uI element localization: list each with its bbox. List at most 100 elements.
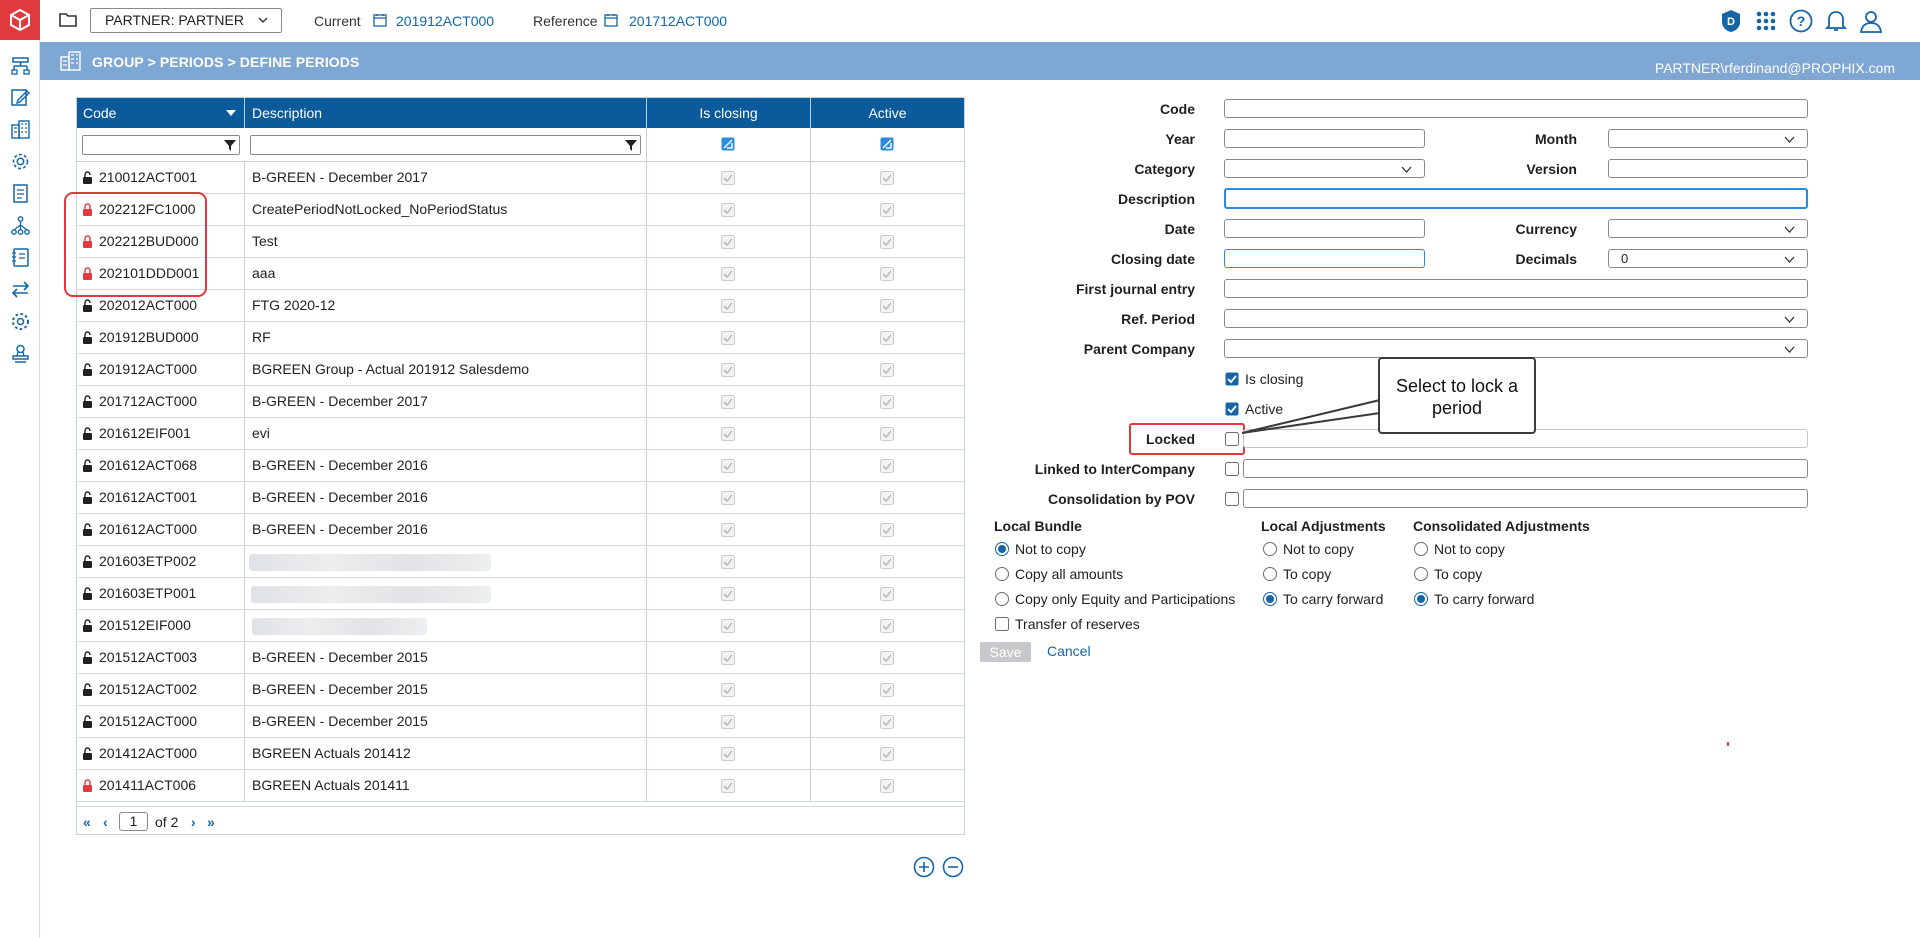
buildings-icon bbox=[60, 51, 81, 71]
cancel-link[interactable]: Cancel bbox=[1047, 643, 1091, 659]
partner-select[interactable]: PARTNER: PARTNER bbox=[90, 8, 282, 33]
unlocked-icon bbox=[83, 651, 92, 664]
table-row[interactable]: 201612ACT068 B-GREEN - December 2016 bbox=[77, 450, 964, 482]
table-row[interactable]: 201912ACT000 BGREEN Group - Actual 201912… bbox=[77, 354, 964, 386]
user-icon[interactable] bbox=[1858, 8, 1884, 34]
code-field[interactable] bbox=[1224, 99, 1808, 118]
version-field[interactable] bbox=[1608, 159, 1808, 178]
is-closing-checkbox[interactable] bbox=[1225, 372, 1239, 386]
folder-icon[interactable] bbox=[58, 11, 78, 29]
hierarchy-icon[interactable] bbox=[10, 215, 31, 236]
table-row[interactable]: 202212BUD000 Test bbox=[77, 226, 964, 258]
stamp-icon[interactable] bbox=[10, 343, 31, 364]
category-label: Category bbox=[1134, 161, 1195, 177]
table-row[interactable]: 201612EIF001 evi bbox=[77, 418, 964, 450]
buildings-icon[interactable] bbox=[10, 119, 31, 140]
table-row[interactable]: 201612ACT001 B-GREEN - December 2016 bbox=[77, 482, 964, 514]
date-field[interactable] bbox=[1224, 219, 1425, 238]
remove-row-icon[interactable] bbox=[942, 856, 964, 878]
edit-icon[interactable] bbox=[10, 87, 31, 108]
column-header-description[interactable]: Description bbox=[252, 98, 322, 128]
prev-page-icon[interactable]: ‹ bbox=[103, 814, 108, 830]
local-adjustments-radio[interactable] bbox=[1263, 567, 1277, 581]
table-row[interactable]: 201512EIF000 bbox=[77, 610, 964, 642]
consolidated-adjustments-radio[interactable] bbox=[1414, 592, 1428, 606]
local-adjustments-radio[interactable] bbox=[1263, 592, 1277, 606]
local-bundle-radio[interactable] bbox=[995, 567, 1009, 581]
active-checkbox[interactable] bbox=[1225, 402, 1239, 416]
currency-select[interactable] bbox=[1608, 219, 1808, 238]
d-badge-icon[interactable]: D bbox=[1718, 8, 1744, 34]
last-page-icon[interactable]: » bbox=[207, 814, 215, 830]
consolidation-pov-field[interactable] bbox=[1243, 489, 1808, 508]
select-all-is-closing-checkbox[interactable] bbox=[721, 137, 735, 151]
table-row[interactable]: 210012ACT001 B-GREEN - December 2017 bbox=[77, 162, 964, 194]
column-header-active[interactable]: Active bbox=[811, 98, 964, 128]
table-row[interactable]: 202212FC1000 CreatePeriodNotLocked_NoPeri… bbox=[77, 194, 964, 226]
column-header-is-closing[interactable]: Is closing bbox=[647, 98, 810, 128]
table-row[interactable]: 201912BUD000 RF bbox=[77, 322, 964, 354]
parent-company-select[interactable] bbox=[1224, 339, 1808, 358]
local-adjustments-radio[interactable] bbox=[1263, 542, 1277, 556]
bell-icon[interactable] bbox=[1823, 8, 1849, 34]
page-number-input[interactable]: 1 bbox=[119, 812, 148, 831]
table-row[interactable]: 201512ACT000 B-GREEN - December 2015 bbox=[77, 706, 964, 738]
table-row[interactable]: 201603ETP002 bbox=[77, 546, 964, 578]
table-row[interactable]: 201411ACT006 BGREEN Actuals 201411 bbox=[77, 770, 964, 802]
table-row[interactable]: 201603ETP001 bbox=[77, 578, 964, 610]
local-bundle-radio[interactable] bbox=[995, 592, 1009, 606]
local-bundle-option-label: Copy only Equity and Participations bbox=[1015, 591, 1236, 607]
reference-period-link[interactable]: 201712ACT000 bbox=[629, 13, 727, 29]
description-field[interactable] bbox=[1224, 188, 1808, 209]
table-row[interactable]: 201512ACT003 B-GREEN - December 2015 bbox=[77, 642, 964, 674]
first-journal-field[interactable] bbox=[1224, 279, 1808, 298]
year-field[interactable] bbox=[1224, 129, 1425, 148]
linked-ic-checkbox[interactable] bbox=[1225, 462, 1239, 476]
locked-label: Locked bbox=[1145, 431, 1195, 447]
consolidation-pov-checkbox[interactable] bbox=[1225, 492, 1239, 506]
locked-checkbox[interactable] bbox=[1225, 432, 1239, 446]
transfer-icon[interactable] bbox=[10, 279, 31, 300]
category-select[interactable] bbox=[1224, 159, 1425, 178]
locked-rows-highlight bbox=[64, 192, 207, 297]
table-row[interactable]: 202101DDD001 aaa bbox=[77, 258, 964, 290]
column-header-code[interactable]: Code bbox=[83, 98, 116, 128]
local-bundle-radio[interactable] bbox=[995, 542, 1009, 556]
ref-period-select[interactable] bbox=[1224, 309, 1808, 328]
table-row[interactable]: 202012ACT000 FTG 2020-12 bbox=[77, 290, 964, 322]
admin-gear-icon[interactable] bbox=[10, 311, 31, 332]
filter-icon[interactable] bbox=[624, 138, 638, 152]
calendar-icon[interactable] bbox=[604, 13, 618, 27]
decimals-select[interactable]: 0 bbox=[1608, 249, 1808, 268]
apps-grid-icon[interactable] bbox=[1753, 8, 1779, 34]
month-select[interactable] bbox=[1608, 129, 1808, 148]
structure-icon[interactable] bbox=[10, 55, 31, 76]
code-filter-input[interactable] bbox=[82, 135, 240, 155]
description-cell: B-GREEN - December 2016 bbox=[252, 457, 428, 473]
closing-date-field[interactable] bbox=[1224, 249, 1425, 268]
filter-icon[interactable] bbox=[223, 138, 237, 152]
document-icon[interactable] bbox=[10, 183, 31, 204]
transfer-reserves-checkbox[interactable] bbox=[995, 617, 1009, 631]
help-icon[interactable]: ? bbox=[1788, 8, 1814, 34]
current-period-link[interactable]: 201912ACT000 bbox=[396, 13, 494, 29]
version-label: Version bbox=[1526, 161, 1577, 177]
linked-ic-field[interactable] bbox=[1243, 459, 1808, 478]
app-logo-icon[interactable] bbox=[0, 0, 40, 40]
select-all-active-checkbox[interactable] bbox=[880, 137, 894, 151]
table-row[interactable]: 201612ACT000 B-GREEN - December 2016 bbox=[77, 514, 964, 546]
table-row[interactable]: 201412ACT000 BGREEN Actuals 201412 bbox=[77, 738, 964, 770]
sort-down-icon[interactable] bbox=[226, 110, 236, 116]
table-row[interactable]: 201512ACT002 B-GREEN - December 2015 bbox=[77, 674, 964, 706]
save-button[interactable]: Save bbox=[980, 642, 1031, 662]
consolidated-adjustments-radio[interactable] bbox=[1414, 542, 1428, 556]
consolidated-adjustments-radio[interactable] bbox=[1414, 567, 1428, 581]
next-page-icon[interactable]: › bbox=[191, 814, 196, 830]
journal-icon[interactable] bbox=[10, 247, 31, 268]
add-row-icon[interactable] bbox=[913, 856, 935, 878]
first-page-icon[interactable]: « bbox=[83, 814, 91, 830]
table-row[interactable]: 201712ACT000 B-GREEN - December 2017 bbox=[77, 386, 964, 418]
settings-gear-icon[interactable] bbox=[10, 151, 31, 172]
calendar-icon[interactable] bbox=[373, 13, 387, 27]
description-filter-input[interactable] bbox=[250, 135, 641, 155]
